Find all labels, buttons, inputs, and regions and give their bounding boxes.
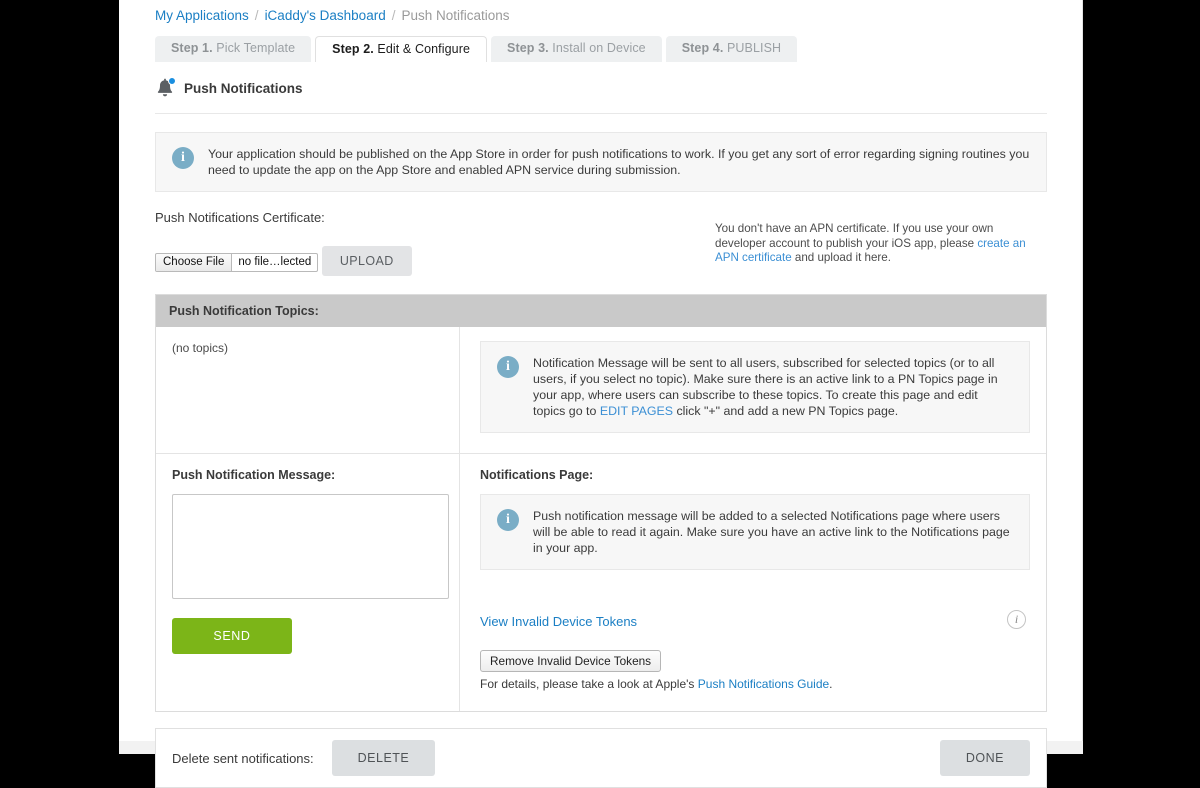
topics-list-column: (no topics) (156, 327, 460, 453)
page-content: My Applications / iCaddy's Dashboard / Push … (119, 0, 1083, 788)
app-store-info-note: i Your application should be published o… (155, 132, 1047, 192)
breadcrumb-item-current: Push Notifications (401, 8, 510, 23)
done-button[interactable]: DONE (939, 740, 1030, 776)
edit-pages-link[interactable]: EDIT PAGES (600, 404, 673, 418)
topics-row: (no topics) i Notification Message will … (156, 327, 1046, 454)
push-notification-topics-panel: Push Notification Topics: (no topics) i … (155, 294, 1047, 712)
breadcrumb: My Applications / iCaddy's Dashboard / Push … (155, 0, 1047, 28)
details-line: For details, please take a look at Apple… (480, 677, 1030, 691)
message-column: Push Notification Message: SEND (156, 454, 460, 711)
tab-step-3-label: Install on Device (548, 41, 646, 55)
tab-step-2[interactable]: Step 2. Edit & Configure (315, 36, 488, 62)
breadcrumb-separator: / (254, 8, 259, 23)
wizard-tabs: Step 1. Pick Template Step 2. Edit & Conf… (155, 36, 1047, 62)
tab-step-3-num: Step 3. (507, 41, 549, 55)
certificate-row: Push Notifications Certificate: Choose F… (155, 210, 1047, 276)
tab-step-2-label: Edit & Configure (373, 42, 471, 56)
notifications-page-note: i Push notification message will be adde… (480, 494, 1030, 570)
breadcrumb-separator: / (391, 8, 396, 23)
remove-invalid-device-tokens-button[interactable]: Remove Invalid Device Tokens (480, 650, 662, 672)
message-label: Push Notification Message: (172, 468, 336, 482)
notifications-page-label: Notifications Page: (480, 468, 594, 482)
apn-text-after: and upload it here. (791, 251, 891, 264)
bell-badge-dot (168, 77, 176, 85)
push-message-textarea[interactable] (172, 494, 449, 599)
certificate-left: Push Notifications Certificate: Choose F… (155, 210, 715, 276)
apn-certificate-info: You don't have an APN certificate. If yo… (715, 210, 1047, 276)
tab-step-3[interactable]: Step 3. Install on Device (491, 36, 662, 62)
certificate-file-input[interactable]: Choose File no file…lected (155, 253, 319, 272)
tab-step-2-num: Step 2. (332, 42, 374, 56)
push-notifications-guide-link[interactable]: Push Notifications Guide (698, 677, 829, 691)
tab-step-1[interactable]: Step 1. Pick Template (155, 36, 312, 62)
certificate-label: Push Notifications Certificate: (155, 210, 325, 225)
bell-icon (155, 77, 176, 99)
tab-step-4[interactable]: Step 4. PUBLISH (665, 36, 798, 62)
screenshot-root: My Applications / iCaddy's Dashboard / Push … (0, 0, 1200, 788)
invalid-tokens-area: View Invalid Device Tokens i Remove Inva… (480, 610, 1030, 691)
tab-step-4-label: PUBLISH (723, 41, 782, 55)
notifications-page-column: Notifications Page: i Push notification … (460, 454, 1046, 711)
delete-sent-notifications-label: Delete sent notifications: (172, 750, 314, 766)
page-inner: My Applications / iCaddy's Dashboard / Push … (119, 0, 1083, 788)
footer-bar: Delete sent notifications: DELETE DONE (155, 728, 1047, 788)
view-invalid-device-tokens-link[interactable]: View Invalid Device Tokens (480, 614, 637, 629)
breadcrumb-item-dashboard[interactable]: iCaddy's Dashboard (265, 8, 386, 23)
info-icon: i (172, 147, 194, 169)
details-text-before: For details, please take a look at Apple… (480, 677, 698, 691)
topics-panel-header: Push Notification Topics: (156, 295, 1046, 327)
upload-button[interactable]: UPLOAD (321, 246, 412, 276)
browser-viewport: My Applications / iCaddy's Dashboard / Push … (119, 0, 1083, 788)
page-title-row: Push Notifications (155, 62, 1047, 114)
topics-info-column: i Notification Message will be sent to a… (460, 327, 1046, 453)
info-icon: i (497, 356, 519, 378)
topics-info-note: i Notification Message will be sent to a… (480, 341, 1030, 433)
topics-info-text-after: click "+" and add a new PN Topics page. (673, 404, 899, 418)
chosen-file-name: no file…lected (238, 256, 312, 268)
message-row: Push Notification Message: SEND Notifica… (156, 454, 1046, 711)
delete-button[interactable]: DELETE (331, 740, 436, 776)
apn-text-before: You don't have an APN certificate. If yo… (715, 222, 994, 250)
page-title: Push Notifications (184, 81, 303, 96)
apn-info-text: You don't have an APN certificate. If yo… (715, 222, 1047, 266)
details-text-after: . (829, 677, 833, 691)
send-button[interactable]: SEND (172, 618, 292, 654)
topics-info-text: Notification Message will be sent to all… (533, 355, 1013, 419)
notifications-page-note-text: Push notification message will be added … (533, 509, 1010, 555)
no-topics-label: (no topics) (172, 341, 229, 355)
app-store-info-text: Your application should be published on … (208, 147, 1030, 177)
info-icon: i (497, 509, 519, 531)
info-circle-icon[interactable]: i (1007, 610, 1026, 629)
tab-step-1-num: Step 1. (171, 41, 213, 55)
breadcrumb-item-my-applications[interactable]: My Applications (155, 8, 249, 23)
choose-file-button[interactable]: Choose File (156, 254, 233, 271)
tab-step-1-label: Pick Template (212, 41, 296, 55)
tab-step-4-num: Step 4. (681, 41, 724, 55)
